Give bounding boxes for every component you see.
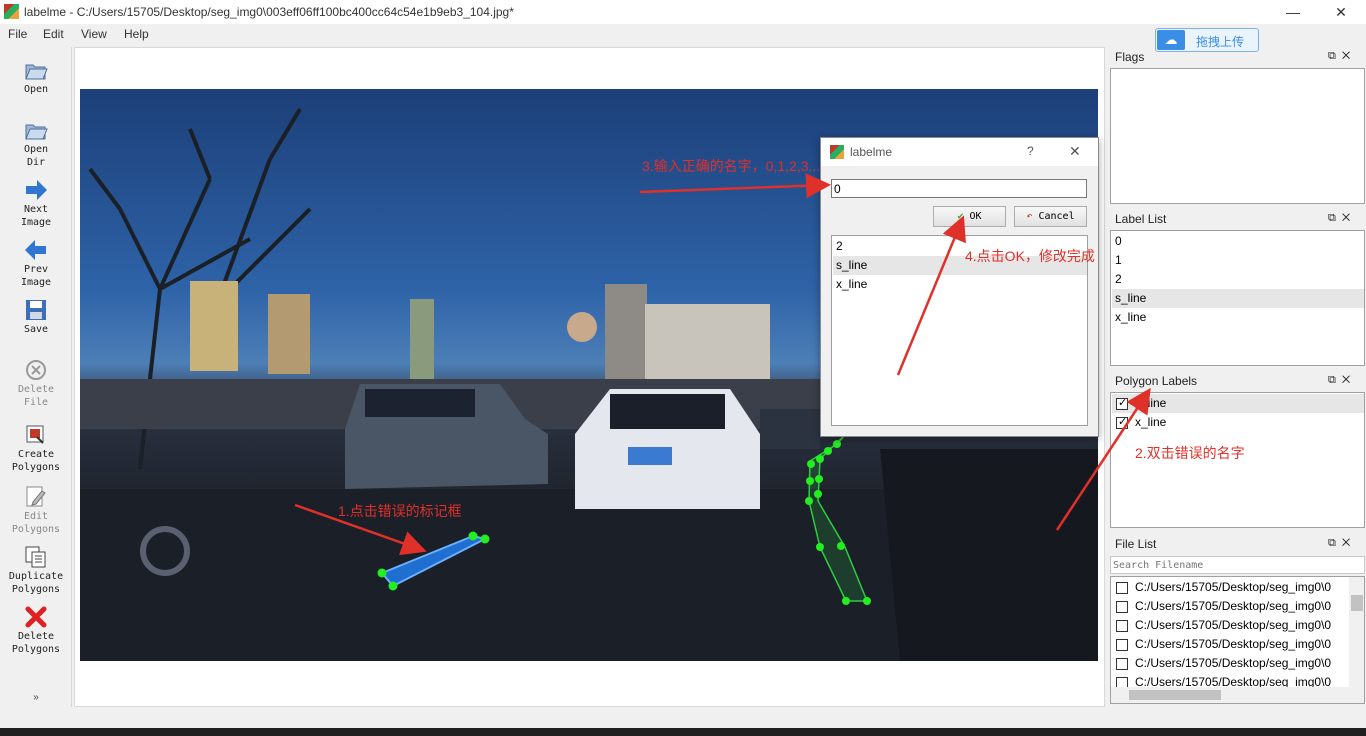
annotation-step3: 3.输入正确的名字，0,1,2,3...: [642, 158, 821, 174]
arrow-step3: [639, 173, 831, 199]
annotation-step1: 1.点击错误的标记框: [338, 503, 462, 519]
annotation-arrows: [294, 173, 1151, 556]
annotation-step4: 4.点击OK，修改完成: [965, 248, 1095, 264]
taskbar: [0, 728, 1366, 736]
arrow-step4: [896, 215, 966, 376]
annotation-step2: 2.双击错误的名字: [1135, 445, 1245, 461]
